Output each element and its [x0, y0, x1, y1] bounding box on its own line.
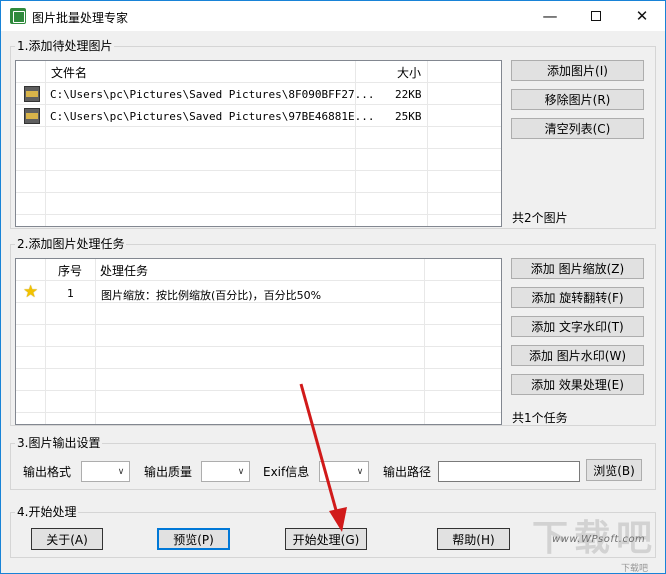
- output-format-label: 输出格式: [23, 465, 72, 479]
- image-count: 共2个图片: [512, 211, 568, 225]
- add-rotate-task-button[interactable]: 添加 旋转翻转(F): [511, 287, 644, 308]
- jpg-file-icon: [24, 108, 40, 124]
- clear-list-button[interactable]: 清空列表(C): [511, 118, 644, 139]
- watermark-sub: 下载吧: [621, 564, 649, 574]
- column-task[interactable]: 处理任务: [100, 262, 148, 279]
- help-button[interactable]: 帮助(H): [437, 528, 510, 550]
- file-size: 22KB: [395, 88, 422, 101]
- task-list-header: 序号 处理任务: [16, 259, 501, 280]
- column-filename[interactable]: 文件名: [51, 64, 87, 81]
- chevron-down-icon: ∨: [356, 467, 364, 477]
- minimize-button[interactable]: —: [527, 1, 573, 31]
- maximize-button[interactable]: [573, 1, 619, 31]
- output-settings-legend: 3.图片输出设置: [15, 436, 103, 450]
- task-description: 图片缩放：按比例缩放(百分比)，百分比50%: [101, 289, 322, 302]
- app-window: 图片批量处理专家 — ✕ 1.添加待处理图片 文件名 大小 C:\Users\p…: [0, 0, 666, 574]
- image-list[interactable]: 文件名 大小 C:\Users\pc\Pictures\Saved Pictur…: [15, 60, 502, 227]
- exif-label: Exif信息: [263, 465, 310, 479]
- output-path-label: 输出路径: [383, 465, 432, 479]
- title-bar[interactable]: 图片批量处理专家 — ✕: [1, 1, 665, 31]
- add-images-legend: 1.添加待处理图片: [15, 39, 115, 53]
- window-title: 图片批量处理专家: [32, 11, 129, 25]
- close-button[interactable]: ✕: [619, 1, 665, 31]
- about-button[interactable]: 关于(A): [31, 528, 103, 550]
- add-image-watermark-button[interactable]: 添加 图片水印(W): [511, 345, 644, 366]
- add-image-button[interactable]: 添加图片(I): [511, 60, 644, 81]
- file-name: C:\Users\pc\Pictures\Saved Pictures\8F09…: [50, 88, 375, 101]
- browse-button[interactable]: 浏览(B): [586, 459, 642, 481]
- remove-image-button[interactable]: 移除图片(R): [511, 89, 644, 110]
- file-size: 25KB: [395, 110, 422, 123]
- add-zoom-task-button[interactable]: 添加 图片缩放(Z): [511, 258, 644, 279]
- chevron-down-icon: ∨: [117, 467, 125, 477]
- watermark-url: www.WPsoft.com: [552, 534, 646, 545]
- task-count: 共1个任务: [512, 411, 568, 425]
- output-path-input[interactable]: [438, 461, 580, 482]
- preview-button[interactable]: 预览(P): [157, 528, 230, 550]
- exif-select[interactable]: ∨: [319, 461, 369, 482]
- output-quality-select[interactable]: ∨: [201, 461, 250, 482]
- maximize-icon: [591, 11, 601, 21]
- output-format-select[interactable]: ∨: [81, 461, 130, 482]
- add-text-watermark-button[interactable]: 添加 文字水印(T): [511, 316, 644, 337]
- start-processing-button[interactable]: 开始处理(G): [285, 528, 367, 550]
- file-name: C:\Users\pc\Pictures\Saved Pictures\97BE…: [50, 110, 375, 123]
- task-index: 1: [67, 287, 74, 300]
- task-list[interactable]: 序号 处理任务 ★ 1 图片缩放：按比例缩放(百分比)，百分比50%: [15, 258, 502, 425]
- image-list-header: 文件名 大小: [16, 61, 501, 82]
- jpg-file-icon: [24, 86, 40, 102]
- app-logo-icon: [10, 8, 26, 24]
- output-quality-label: 输出质量: [144, 465, 193, 479]
- site-watermark: 下载吧 www.WPsoft.com 下载吧: [526, 509, 666, 574]
- start-processing-legend: 4.开始处理: [15, 505, 79, 519]
- add-effect-task-button[interactable]: 添加 效果处理(E): [511, 374, 644, 395]
- chevron-down-icon: ∨: [237, 467, 245, 477]
- add-tasks-legend: 2.添加图片处理任务: [15, 237, 127, 251]
- column-index[interactable]: 序号: [58, 262, 82, 279]
- column-size[interactable]: 大小: [397, 64, 421, 81]
- star-icon: ★: [23, 282, 39, 302]
